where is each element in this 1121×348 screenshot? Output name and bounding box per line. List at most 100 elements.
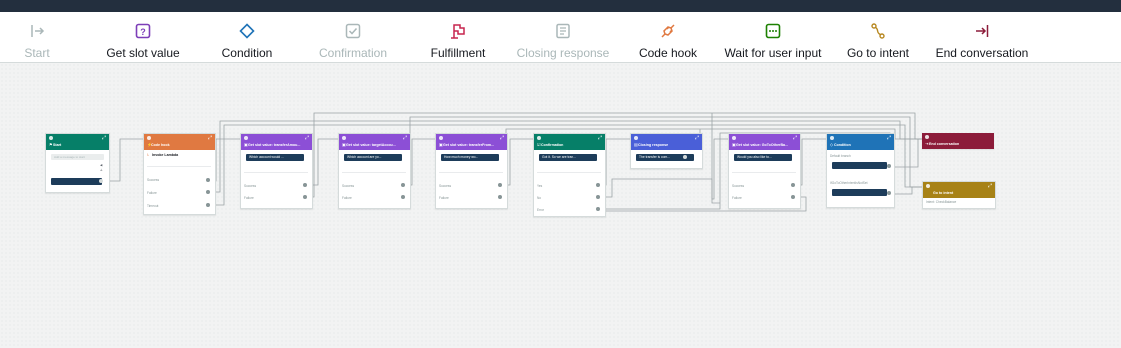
- drag-handle-icon[interactable]: [439, 136, 443, 140]
- end-icon: ⇥: [925, 141, 929, 146]
- output-port[interactable]: [303, 195, 307, 199]
- node-title: Start: [53, 143, 62, 147]
- output-port[interactable]: [206, 178, 210, 182]
- node-get-slot-go-to-other[interactable]: ⤢ ▣ Get slot value: GoToOtherBa... Would y…: [728, 133, 801, 209]
- expand-icon[interactable]: ⤢: [208, 136, 212, 141]
- expand-icon[interactable]: ⤢: [988, 184, 992, 189]
- output-port[interactable]: [206, 203, 210, 207]
- node-title: Go to intent: [933, 191, 954, 195]
- expand-icon[interactable]: ⤢: [102, 136, 106, 141]
- prompt-pill[interactable]: How much money wo...: [441, 154, 499, 161]
- route-icon: [870, 22, 886, 40]
- tool-end-conversation[interactable]: End conversation: [932, 12, 1032, 62]
- drag-handle-icon[interactable]: [830, 136, 834, 140]
- node-end-conversation[interactable]: ⇥ End conversation: [922, 133, 994, 149]
- drag-handle-icon[interactable]: [926, 184, 930, 188]
- divider: [732, 172, 796, 173]
- node-get-slot-transfer-amount[interactable]: ⤢ ▣ Get slot value: transferAmou... Which …: [240, 133, 313, 209]
- output-port[interactable]: [596, 183, 600, 187]
- drag-handle-icon[interactable]: [147, 136, 151, 140]
- tool-go-to-intent[interactable]: Go to intent: [840, 12, 916, 62]
- prompt-pill[interactable]: Which account are yo...: [344, 154, 402, 161]
- output-port[interactable]: [401, 183, 405, 187]
- expand-icon[interactable]: ⤢: [305, 136, 309, 141]
- branch-success: Success: [439, 184, 452, 188]
- output-port[interactable]: [887, 191, 891, 195]
- tool-wait-for-user-input[interactable]: Wait for user input: [718, 12, 828, 62]
- tool-get-slot-value[interactable]: ? Get slot value: [100, 12, 186, 62]
- node-condition[interactable]: ⤢ ◇ Condition Default branch IfGoToOtherIn…: [826, 133, 895, 208]
- drag-handle-icon[interactable]: [342, 136, 346, 140]
- tool-label: Get slot value: [106, 46, 180, 60]
- intent-label: Intent: CheckBalance: [926, 200, 957, 204]
- slot-icon: ?: [135, 22, 151, 40]
- branch-failure: Failure: [342, 196, 352, 200]
- expand-icon[interactable]: ⤢: [887, 136, 891, 141]
- expand-icon[interactable]: ⤢: [403, 136, 407, 141]
- branch-condition-label: IfGoToOtherIntentIsNotSet: [830, 181, 868, 185]
- condition-icon: ◇: [830, 142, 834, 147]
- document-icon: [555, 22, 571, 40]
- drag-handle-icon[interactable]: [732, 136, 736, 140]
- svg-text:?: ?: [140, 27, 146, 37]
- node-go-to-intent[interactable]: ⤢ Go to intent Intent: CheckBalance: [922, 181, 996, 209]
- play-icon: ◀: [100, 163, 103, 167]
- output-port[interactable]: [683, 155, 687, 159]
- node-title: Get slot value: transferFrom...: [443, 143, 495, 147]
- node-code-hook[interactable]: ⤢ ⚡ Code hook λ Invoke Lambda Success Fail…: [143, 133, 216, 215]
- branch-error: Error: [537, 208, 545, 212]
- tool-fulfillment[interactable]: Fulfillment: [423, 12, 493, 62]
- branch-failure: Failure: [732, 196, 742, 200]
- branch-no: No: [537, 196, 542, 200]
- output-port[interactable]: [596, 195, 600, 199]
- prompt-pill[interactable]: Got it. So we are tran...: [539, 154, 597, 161]
- output-port[interactable]: [401, 195, 405, 199]
- tool-label: Code hook: [638, 46, 698, 60]
- node-get-slot-target-account[interactable]: ⤢ ▣ Get slot value: targetAccou... Which a…: [338, 133, 411, 209]
- node-title: End conversation: [929, 142, 960, 146]
- tool-condition[interactable]: Condition: [214, 12, 280, 62]
- expand-icon[interactable]: ⤢: [500, 136, 504, 141]
- expand-icon[interactable]: ⤢: [695, 136, 699, 141]
- node-title: Get slot value: GoToOtherBa...: [736, 143, 789, 147]
- expand-icon[interactable]: ⤢: [598, 136, 602, 141]
- output-port[interactable]: [887, 164, 891, 168]
- drag-handle-icon[interactable]: [537, 136, 541, 140]
- lambda-label: Invoke Lambda: [152, 153, 179, 157]
- node-title: Closing response: [638, 143, 669, 147]
- node-start[interactable]: ⤢ ⚑ Start Add a message to start ◀ ♙: [45, 133, 110, 193]
- node-confirmation[interactable]: ⤢ ☑ Confirmation Got it. So we are tran...…: [533, 133, 606, 217]
- output-port[interactable]: [206, 190, 210, 194]
- output-port[interactable]: [791, 183, 795, 187]
- tool-label: Confirmation: [318, 46, 388, 60]
- tool-label: Closing response: [516, 46, 610, 60]
- node-get-slot-transfer-from[interactable]: ⤢ ▣ Get slot value: transferFrom... How mu…: [435, 133, 508, 209]
- node-title: Code hook: [151, 143, 170, 147]
- tool-label: Condition: [221, 46, 273, 60]
- output-port[interactable]: [498, 195, 502, 199]
- message-pill[interactable]: [51, 178, 102, 185]
- divider: [244, 172, 308, 173]
- output-port[interactable]: [303, 183, 307, 187]
- node-closing-response[interactable]: ⤢ ▤ Closing response The transfer is com..…: [630, 133, 703, 169]
- output-port[interactable]: [596, 207, 600, 211]
- output-port[interactable]: [498, 183, 502, 187]
- output-port[interactable]: [99, 179, 103, 183]
- branch-failure: Failure: [147, 191, 157, 195]
- node-title: Get slot value: transferAmou...: [248, 143, 301, 147]
- prompt-pill[interactable]: Which account would ...: [246, 154, 304, 161]
- expand-icon[interactable]: ⤢: [793, 136, 797, 141]
- branch-condition-pill[interactable]: [832, 189, 887, 196]
- output-port[interactable]: [791, 195, 795, 199]
- flow-canvas[interactable]: ⤢ ⚑ Start Add a message to start ◀ ♙ ⤢ ⚡ Cod…: [0, 63, 1121, 348]
- tool-confirmation: Confirmation: [312, 12, 394, 62]
- branch-default-pill[interactable]: [832, 162, 887, 169]
- drag-handle-icon[interactable]: [244, 136, 248, 140]
- drag-handle-icon[interactable]: [925, 135, 929, 139]
- drag-handle-icon[interactable]: [49, 136, 53, 140]
- drag-handle-icon[interactable]: [634, 136, 638, 140]
- message-input[interactable]: Add a message to start: [51, 154, 104, 160]
- prompt-pill[interactable]: Would you also like to...: [734, 154, 792, 161]
- tool-label: Wait for user input: [724, 46, 822, 60]
- tool-code-hook[interactable]: Code hook: [634, 12, 702, 62]
